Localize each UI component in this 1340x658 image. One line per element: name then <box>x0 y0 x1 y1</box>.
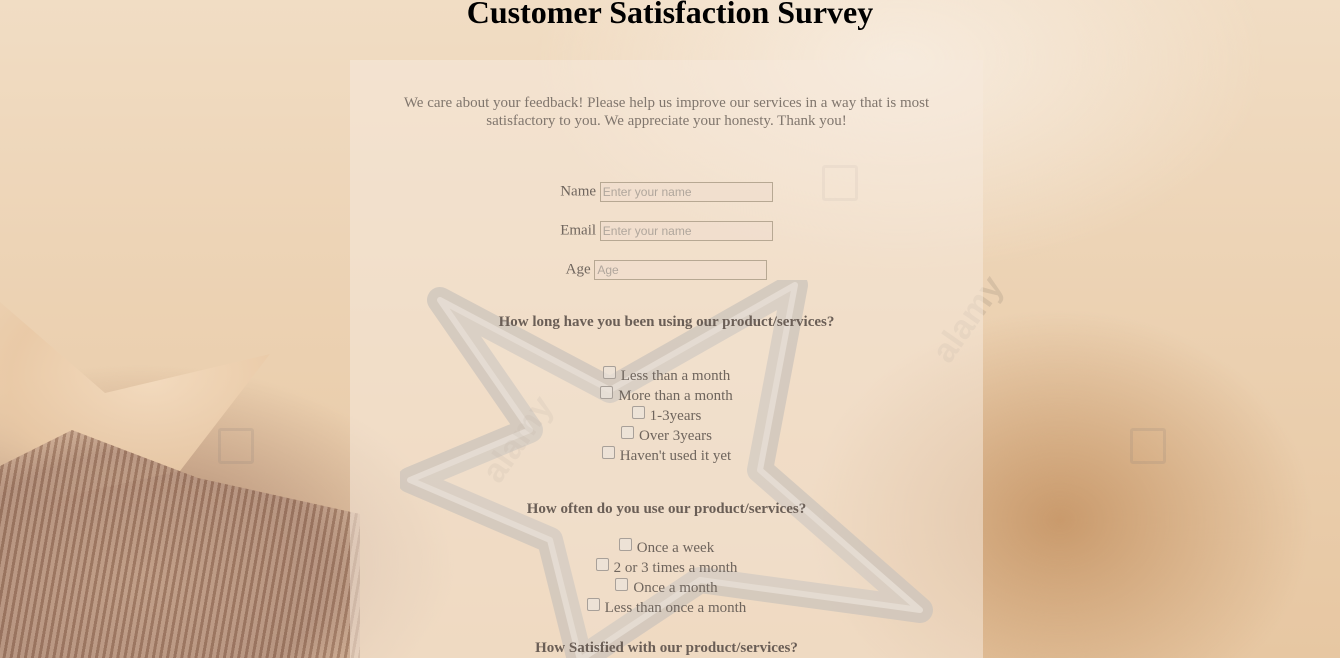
option-label: Over 3years <box>639 428 712 444</box>
watermark-icon <box>1130 428 1166 464</box>
option-less-than-month[interactable]: Less than a month <box>350 366 983 386</box>
option-more-than-month[interactable]: More than a month <box>350 386 983 406</box>
checkbox[interactable] <box>615 578 629 591</box>
checkbox[interactable] <box>601 446 615 459</box>
option-label: Less than once a month <box>604 600 747 616</box>
option-label: Haven't used it yet <box>619 448 732 464</box>
option-label: 1-3years <box>649 408 702 424</box>
email-field-row: Email <box>350 221 983 241</box>
option-less-than-once-month[interactable]: Less than once a month <box>350 598 983 618</box>
option-label: Less than a month <box>620 368 731 384</box>
option-2-3-times-month[interactable]: 2 or 3 times a month <box>350 558 983 578</box>
age-input[interactable] <box>594 260 768 280</box>
question-usage-duration: How long have you been using our product… <box>498 314 835 330</box>
checkbox[interactable] <box>586 598 600 611</box>
checkbox[interactable] <box>621 426 635 439</box>
name-input[interactable] <box>599 182 773 202</box>
option-once-a-month[interactable]: Once a month <box>350 578 983 598</box>
email-input[interactable] <box>599 221 773 241</box>
question-usage-frequency: How often do you use our product/service… <box>526 501 807 517</box>
checkbox[interactable] <box>618 538 632 551</box>
age-field-row: Age <box>350 260 983 280</box>
usage-duration-options: Less than a month More than a month 1-3y… <box>350 366 983 466</box>
question-satisfaction: How Satisfied with our product/services? <box>535 640 798 656</box>
watermark-icon <box>218 428 254 464</box>
page-title: Customer Satisfaction Survey <box>466 0 874 30</box>
option-over-3-years[interactable]: Over 3years <box>350 426 983 446</box>
age-label: Age <box>565 261 591 278</box>
checkbox[interactable] <box>602 366 616 379</box>
option-once-a-week[interactable]: Once a week <box>350 538 983 558</box>
name-label: Name <box>560 183 597 200</box>
option-label: Once a week <box>636 540 715 556</box>
option-label: Once a month <box>633 580 718 596</box>
option-1-3-years[interactable]: 1-3years <box>350 406 983 426</box>
checkbox[interactable] <box>595 558 609 571</box>
survey-form: We care about your feedback! Please help… <box>350 60 983 658</box>
checkbox[interactable] <box>600 386 614 399</box>
option-label: More than a month <box>618 388 733 404</box>
intro-text: We care about your feedback! Please help… <box>403 95 930 129</box>
checkbox[interactable] <box>631 406 645 419</box>
email-label: Email <box>560 222 597 239</box>
name-field-row: Name <box>350 182 983 202</box>
option-label: 2 or 3 times a month <box>613 560 738 576</box>
option-not-used-yet[interactable]: Haven't used it yet <box>350 446 983 466</box>
usage-frequency-options: Once a week 2 or 3 times a month Once a … <box>350 538 983 618</box>
